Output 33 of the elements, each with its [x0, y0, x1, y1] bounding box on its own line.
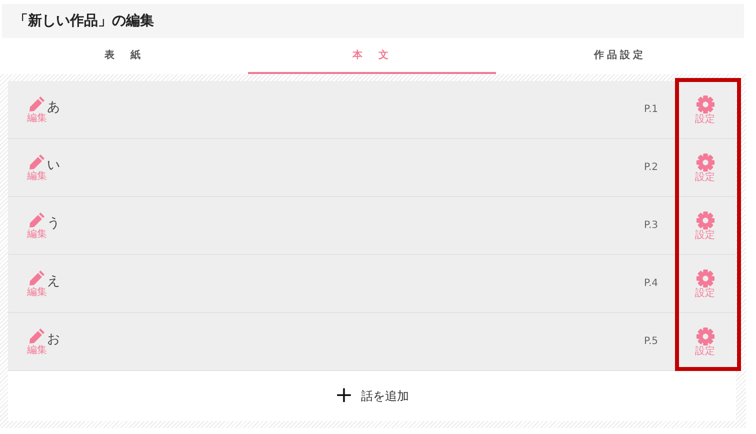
gear-icon [696, 326, 714, 346]
page-number: P.4 [644, 278, 658, 289]
settings-button[interactable]: 設定 [674, 210, 736, 240]
edit-button[interactable]: 編集 [27, 95, 47, 124]
page-number: P.3 [644, 220, 658, 231]
gear-icon [696, 94, 714, 114]
episode-title: う [47, 214, 61, 232]
episode-title: あ [47, 98, 61, 116]
pencil-icon [28, 269, 46, 287]
add-episode-button[interactable]: + 話を追加 [8, 371, 736, 421]
page-number: P.2 [644, 162, 658, 173]
settings-button[interactable]: 設定 [674, 94, 736, 124]
pencil-icon [28, 327, 46, 345]
gear-icon [696, 268, 714, 288]
gear-icon [696, 210, 714, 230]
gear-icon [696, 152, 714, 172]
settings-button[interactable]: 設定 [674, 326, 736, 356]
episode-title: お [47, 330, 61, 348]
plus-icon: + [334, 385, 354, 407]
episode-title: え [47, 272, 61, 290]
edit-button[interactable]: 編集 [27, 269, 47, 298]
pencil-icon [28, 211, 46, 229]
edit-button[interactable]: 編集 [27, 211, 47, 240]
page-number: P.5 [644, 336, 658, 347]
edit-button[interactable]: 編集 [27, 153, 47, 182]
settings-button[interactable]: 設定 [674, 152, 736, 182]
edit-button[interactable]: 編集 [27, 327, 47, 356]
page-title: 「新しい作品」の編集 [13, 12, 154, 30]
pencil-icon [28, 95, 46, 113]
page-number: P.1 [644, 104, 658, 115]
pencil-icon [28, 153, 46, 171]
episode-title: い [47, 156, 61, 174]
settings-button[interactable]: 設定 [674, 268, 736, 298]
